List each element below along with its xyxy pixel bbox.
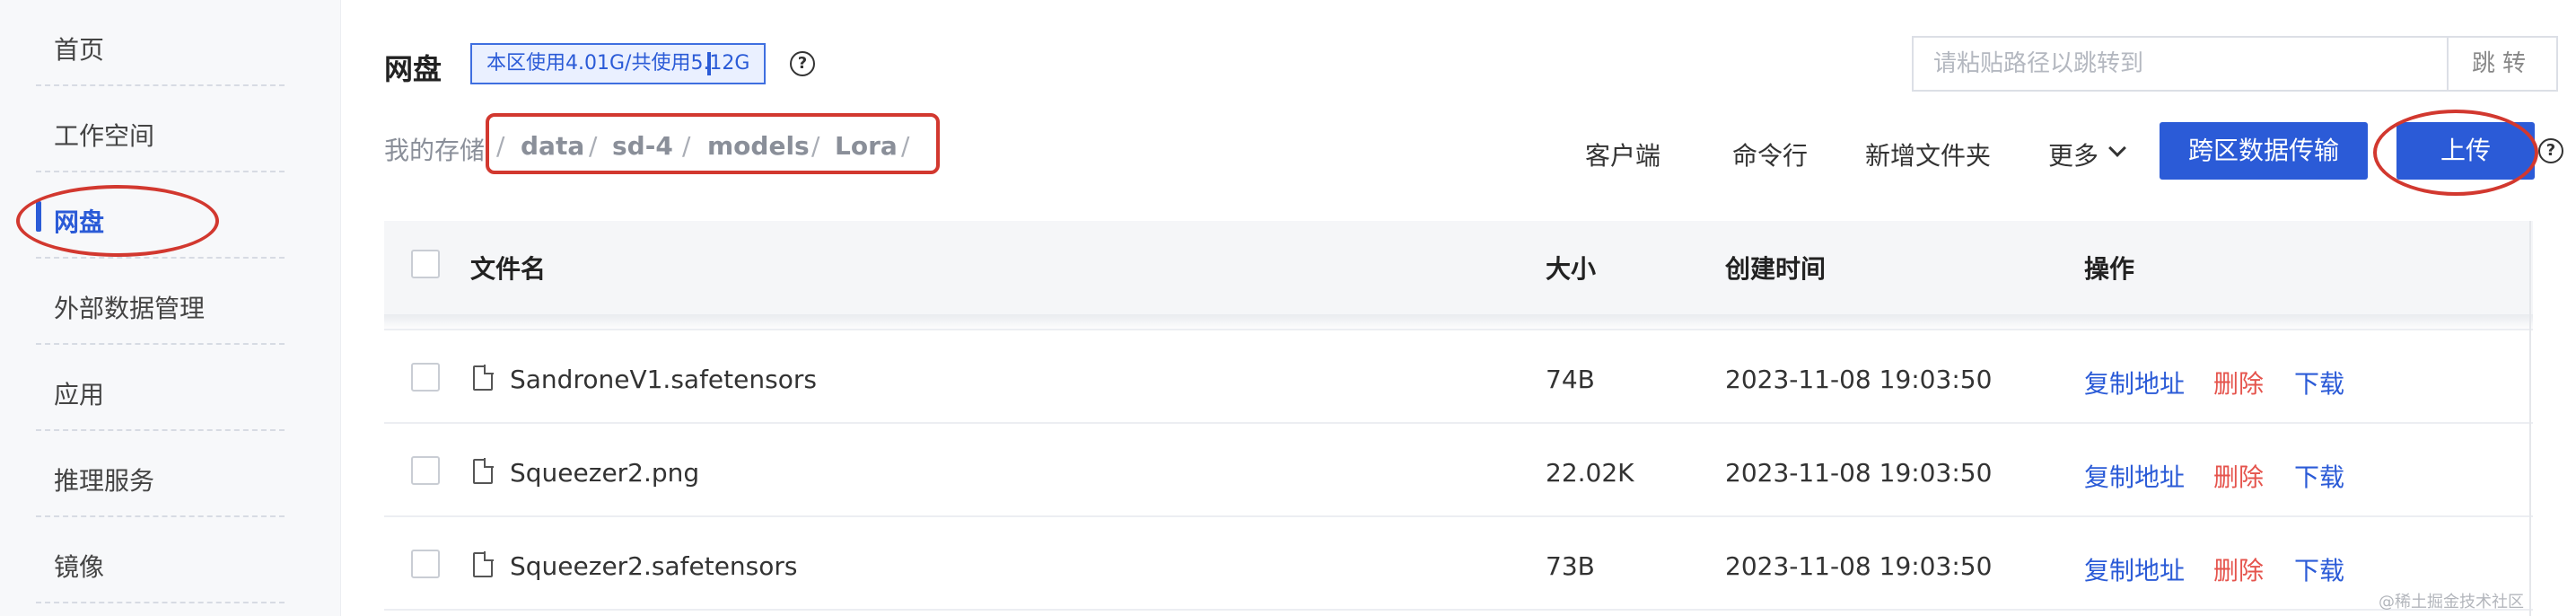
download-link[interactable]: 下载 <box>2294 458 2344 494</box>
cross-region-transfer-button[interactable]: 跨区数据传输 <box>2160 122 2368 180</box>
sidebar-item-external-data[interactable]: 外部数据管理 <box>36 259 285 345</box>
table-right-border <box>2529 221 2531 616</box>
sidebar-item-label: 首页 <box>54 35 105 65</box>
delete-link[interactable]: 删除 <box>2213 551 2264 587</box>
download-link[interactable]: 下载 <box>2294 365 2344 400</box>
file-size: 22.02K <box>1546 458 1634 488</box>
file-icon <box>473 365 494 391</box>
sidebar-item-home[interactable]: 首页 <box>36 0 285 86</box>
row-divider <box>384 422 2533 424</box>
client-link[interactable]: 客户端 <box>1585 136 1660 172</box>
copy-address-link[interactable]: 复制地址 <box>2084 551 2185 587</box>
file-icon <box>473 551 494 577</box>
more-menu[interactable]: 更多 <box>2048 136 2098 172</box>
annotation-box-breadcrumb <box>486 113 940 174</box>
upload-help-icon[interactable]: ? <box>2538 138 2563 163</box>
annotation-circle-netdisk <box>16 185 219 257</box>
sidebar-item-label: 推理服务 <box>54 466 155 496</box>
file-size: 73B <box>1546 551 1595 581</box>
sidebar-item-images[interactable]: 镜像 <box>36 517 285 603</box>
path-input[interactable] <box>1914 38 2449 90</box>
row-checkbox[interactable] <box>411 363 440 392</box>
usage-badge: 本区使用4.01G/共使用5.12G <box>470 43 767 84</box>
sidebar-item-apps[interactable]: 应用 <box>36 345 285 431</box>
row-divider <box>384 609 2533 611</box>
file-created: 2023-11-08 19:03:50 <box>1725 458 1993 488</box>
file-size: 74B <box>1546 365 1595 394</box>
row-checkbox[interactable] <box>411 550 440 578</box>
file-name[interactable]: Squeezer2.png <box>510 458 699 488</box>
chevron-down-icon <box>2108 139 2126 157</box>
download-link[interactable]: 下载 <box>2294 551 2344 587</box>
column-header-size: 大小 <box>1546 254 1597 284</box>
cli-link[interactable]: 命令行 <box>1732 136 1808 172</box>
copy-address-link[interactable]: 复制地址 <box>2084 365 2185 400</box>
watermark: @稀土掘金技术社区 <box>2379 593 2524 612</box>
sidebar: 首页 工作空间 网盘 外部数据管理 应用 推理服务 镜像 <box>0 0 341 616</box>
column-header-created: 创建时间 <box>1725 254 1827 284</box>
sidebar-item-workspace[interactable]: 工作空间 <box>36 86 285 172</box>
file-created: 2023-11-08 19:03:50 <box>1725 551 1993 581</box>
help-icon[interactable]: ? <box>790 51 815 76</box>
column-header-actions: 操作 <box>2084 254 2135 284</box>
copy-address-link[interactable]: 复制地址 <box>2084 458 2185 494</box>
page-title: 网盘 <box>384 52 442 86</box>
jump-button[interactable]: 跳转 <box>2447 36 2558 92</box>
file-name[interactable]: Squeezer2.safetensors <box>510 551 798 581</box>
row-divider <box>384 515 2533 517</box>
file-icon <box>473 458 494 484</box>
table-header <box>384 221 2533 314</box>
row-checkbox[interactable] <box>411 456 440 485</box>
sidebar-item-label: 应用 <box>54 380 105 409</box>
file-name[interactable]: SandroneV1.safetensors <box>510 365 817 394</box>
row-divider <box>384 329 2533 330</box>
sidebar-item-inference[interactable]: 推理服务 <box>36 431 285 517</box>
delete-link[interactable]: 删除 <box>2213 458 2264 494</box>
new-folder-link[interactable]: 新增文件夹 <box>1865 136 1991 172</box>
column-header-name: 文件名 <box>470 254 547 284</box>
path-input-wrapper <box>1912 36 2449 92</box>
annotation-circle-upload <box>2373 110 2538 196</box>
file-created: 2023-11-08 19:03:50 <box>1725 365 1993 394</box>
sidebar-item-label: 工作空间 <box>54 121 155 151</box>
breadcrumb-root[interactable]: 我的存储 <box>384 131 485 167</box>
sidebar-item-label: 外部数据管理 <box>54 294 206 323</box>
select-all-checkbox[interactable] <box>411 250 440 278</box>
sidebar-item-label: 镜像 <box>54 552 105 582</box>
delete-link[interactable]: 删除 <box>2213 365 2264 400</box>
